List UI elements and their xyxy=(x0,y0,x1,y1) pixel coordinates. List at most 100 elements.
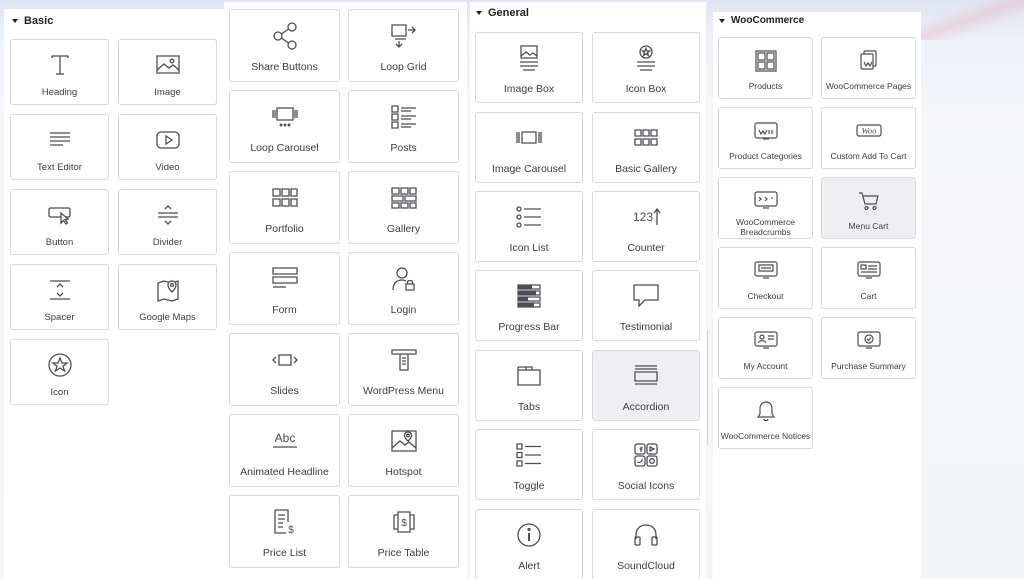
widget-google-maps[interactable]: Google Maps xyxy=(118,264,217,330)
widget-label: Purchase Summary xyxy=(831,361,906,371)
widget-hotspot[interactable]: Hotspot xyxy=(348,414,459,487)
widget-label: Image xyxy=(154,87,181,98)
widget-price-table[interactable]: $ Price Table xyxy=(348,495,459,568)
section-header-basic[interactable]: Basic xyxy=(12,15,53,27)
hotspot-icon xyxy=(391,427,417,455)
widget-label: My Account xyxy=(743,361,788,371)
tabs-icon xyxy=(517,362,541,390)
section-header-woocommerce[interactable]: WooCommerce xyxy=(719,15,804,26)
widget-label: Posts xyxy=(390,142,417,154)
testimonial-icon xyxy=(633,282,659,310)
widget-image-box[interactable]: Image Box xyxy=(475,32,583,103)
widget-tabs[interactable]: Tabs xyxy=(475,350,583,421)
widget-purchase-summary[interactable]: Purchase Summary xyxy=(821,317,916,379)
products-icon xyxy=(755,49,777,73)
posts-icon xyxy=(391,103,417,131)
widget-slides[interactable]: Slides xyxy=(229,333,340,406)
widget-woocommerce-notices[interactable]: WooCommerce Notices xyxy=(718,387,813,449)
svg-text:123: 123 xyxy=(633,210,653,224)
widget-gallery[interactable]: Gallery xyxy=(348,171,459,244)
widget-label: Products xyxy=(748,81,783,91)
widget-icon-box[interactable]: Icon Box xyxy=(592,32,700,103)
nav-menu-icon xyxy=(391,346,417,374)
widget-login[interactable]: Login xyxy=(348,252,459,325)
widget-my-account[interactable]: My Account xyxy=(718,317,813,379)
spacer-icon xyxy=(49,277,71,303)
widget-button[interactable]: Button xyxy=(10,189,109,255)
section-title-woocommerce: WooCommerce xyxy=(731,15,805,26)
icon-list-icon xyxy=(516,203,542,231)
widget-price-list[interactable]: $ Price List xyxy=(229,495,340,568)
my-account-icon xyxy=(754,329,778,353)
loop-carousel-icon xyxy=(271,103,299,131)
widget-toggle[interactable]: Toggle xyxy=(475,429,583,500)
widget-loop-carousel[interactable]: Loop Carousel xyxy=(229,90,340,163)
widget-label: Divider xyxy=(152,237,183,248)
widget-animated-headline[interactable]: Abc Animated Headline xyxy=(229,414,340,487)
cart-icon xyxy=(858,189,880,213)
progress-bar-icon xyxy=(517,282,541,310)
widget-cart[interactable]: Cart xyxy=(821,247,916,309)
widget-label: Animated Headline xyxy=(240,466,329,478)
widget-label: Counter xyxy=(627,242,665,254)
panel-divider xyxy=(707,330,708,445)
widget-label: WooCommerce Notices xyxy=(720,431,811,441)
widget-products[interactable]: Products xyxy=(718,37,813,99)
widget-form[interactable]: Form xyxy=(229,252,340,325)
widget-loop-grid[interactable]: Loop Grid xyxy=(348,9,459,82)
basic-gallery-icon xyxy=(634,124,658,152)
animated-headline-icon: Abc xyxy=(270,427,300,455)
widget-basic-gallery[interactable]: Basic Gallery xyxy=(592,112,700,183)
widget-share-buttons[interactable]: Share Buttons xyxy=(229,9,340,82)
widget-icon-list[interactable]: Icon List xyxy=(475,191,583,262)
widget-label: Loop Carousel xyxy=(250,142,319,154)
widget-image-carousel[interactable]: Image Carousel xyxy=(475,112,583,183)
widget-text-editor[interactable]: Text Editor xyxy=(10,114,109,180)
widget-social-icons[interactable]: Social Icons xyxy=(592,429,700,500)
widget-icon[interactable]: Icon xyxy=(10,339,109,405)
widget-product-categories[interactable]: Product Categories xyxy=(718,107,813,169)
widget-label: Hotspot xyxy=(385,466,422,478)
divider-icon xyxy=(157,202,179,228)
login-icon xyxy=(392,265,416,293)
text-editor-icon xyxy=(49,127,71,153)
widget-spacer[interactable]: Spacer xyxy=(10,264,109,330)
widget-wordpress-menu[interactable]: WordPress Menu xyxy=(348,333,459,406)
breadcrumbs-icon xyxy=(754,189,778,213)
background-decoration xyxy=(914,0,1024,40)
widget-counter[interactable]: 123 Counter xyxy=(592,191,700,262)
widget-alert[interactable]: Alert xyxy=(475,509,583,579)
section-header-general[interactable]: General xyxy=(476,7,529,19)
widget-label: Google Maps xyxy=(139,312,196,323)
widget-label: Share Buttons xyxy=(251,61,318,73)
widget-checkout[interactable]: Checkout xyxy=(718,247,813,309)
widget-image[interactable]: Image xyxy=(118,39,217,105)
price-list-icon: $ xyxy=(274,508,296,536)
widget-woocommerce-breadcrumbs[interactable]: WooCommerce Breadcrumbs xyxy=(718,177,813,239)
widget-accordion[interactable]: Accordion xyxy=(592,350,700,421)
widget-portfolio[interactable]: Portfolio xyxy=(229,171,340,244)
widget-label: Tabs xyxy=(517,401,541,413)
widget-label: Icon Box xyxy=(625,83,667,95)
widget-label: Slides xyxy=(270,385,299,397)
widget-testimonial[interactable]: Testimonial xyxy=(592,270,700,341)
widget-woocommerce-pages[interactable]: WooCommerce Pages xyxy=(821,37,916,99)
widget-menu-cart[interactable]: Menu Cart xyxy=(821,177,916,239)
counter-icon: 123 xyxy=(631,203,661,231)
widget-soundcloud[interactable]: SoundCloud xyxy=(592,509,700,579)
svg-text:Abc: Abc xyxy=(274,431,295,445)
widget-video[interactable]: Video xyxy=(118,114,217,180)
social-icons-icon xyxy=(634,441,658,469)
widget-divider[interactable]: Divider xyxy=(118,189,217,255)
widget-posts[interactable]: Posts xyxy=(348,90,459,163)
basic-panel: Basic Heading Image Text Editor Video Bu… xyxy=(4,9,224,579)
widget-heading[interactable]: Heading xyxy=(10,39,109,105)
widget-label: Testimonial xyxy=(619,321,673,333)
image-carousel-icon xyxy=(516,124,542,152)
widget-custom-add-to-cart[interactable]: Woo Custom Add To Cart xyxy=(821,107,916,169)
section-title-general: General xyxy=(488,7,529,19)
star-icon xyxy=(48,352,72,378)
widget-progress-bar[interactable]: Progress Bar xyxy=(475,270,583,341)
widget-label: Social Icons xyxy=(617,480,675,492)
widget-label: Toggle xyxy=(513,480,545,492)
